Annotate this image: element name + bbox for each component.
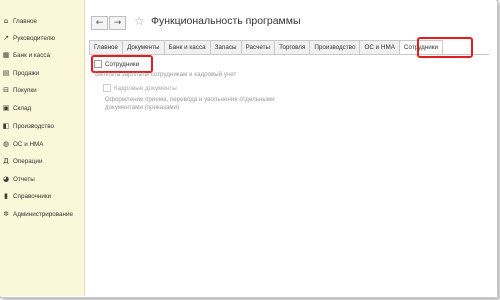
bank-icon: ▦ xyxy=(2,51,10,59)
tab-highlight-frame xyxy=(417,37,473,58)
sidebar-item-label: Продажи xyxy=(13,69,40,77)
sidebar-item-label: Покупки xyxy=(13,86,37,94)
cart-icon: ⊟ xyxy=(3,86,9,94)
sidebar-item-reports[interactable]: ◕ Отчеты xyxy=(2,172,84,186)
hr-documents-description: Оформление приема, перевода и увольнения… xyxy=(105,96,275,111)
tab-bar: Главное Документы Банк и касса Запасы Ра… xyxy=(89,40,444,55)
reports-icon: ◕ xyxy=(2,175,10,183)
arrow-left-icon: ← xyxy=(95,18,104,28)
sidebar-item-label: Отчеты xyxy=(13,175,35,183)
gear-icon: ✲ xyxy=(3,210,9,218)
sidebar-item-manager[interactable]: ↗ Руководителю xyxy=(2,31,84,45)
sidebar-item-home[interactable]: ⌂ Главное xyxy=(2,14,84,28)
main-panel: ← → ☆ Функциональность программы Главное… xyxy=(85,0,496,296)
sidebar-item-label: Производство xyxy=(13,122,55,130)
page-title: Функциональность программы xyxy=(151,15,301,27)
books-icon: ▮ xyxy=(4,192,8,200)
sidebar-item-label: Администрирование xyxy=(13,210,74,218)
tab-production[interactable]: Производство xyxy=(309,40,360,55)
arrow-right-icon: → xyxy=(113,18,122,28)
home-icon: ⌂ xyxy=(3,17,9,25)
employees-description: Выплата зарплаты сотрудникам и кадровый … xyxy=(95,71,237,78)
hr-documents-checkbox[interactable] xyxy=(103,84,111,92)
sales-icon: ▤ xyxy=(2,69,10,77)
sidebar-item-references[interactable]: ▮ Справочники xyxy=(2,189,84,203)
assets-icon: ◍ xyxy=(2,140,10,148)
sidebar-item-admin[interactable]: ✲ Администрирование xyxy=(2,207,84,221)
sidebar: ⌂ Главное ↗ Руководителю ▦ Банк и касса ▤ Пр… xyxy=(0,0,85,296)
sidebar-item-label: Главное xyxy=(13,17,38,25)
sidebar-item-assets[interactable]: ◍ ОС и НМА xyxy=(2,137,84,151)
factory-icon: ◧ xyxy=(2,122,10,130)
sidebar-item-label: Руководителю xyxy=(13,34,56,42)
tab-stock[interactable]: Запасы xyxy=(209,40,241,55)
warehouse-icon: ▣ xyxy=(2,104,10,112)
tab-assets[interactable]: ОС и НМА xyxy=(359,40,399,55)
tab-trade[interactable]: Торговля xyxy=(274,40,310,55)
hr-documents-checkbox-row[interactable]: Кадровые документы xyxy=(103,84,177,92)
forward-button[interactable]: → xyxy=(109,16,126,30)
tab-documents[interactable]: Документы xyxy=(122,40,164,55)
hr-documents-label: Кадровые документы xyxy=(114,84,177,92)
sidebar-item-bank[interactable]: ▦ Банк и касса xyxy=(2,48,84,62)
favorite-star-icon[interactable]: ☆ xyxy=(134,14,145,28)
sidebar-item-sales[interactable]: ▤ Продажи xyxy=(2,66,84,80)
tab-settlements[interactable]: Расчеты xyxy=(240,40,275,55)
sidebar-item-production[interactable]: ◧ Производство xyxy=(2,119,84,133)
operations-icon: Д xyxy=(3,157,9,165)
back-button[interactable]: ← xyxy=(91,16,108,30)
sidebar-item-label: Банк и касса xyxy=(13,51,51,59)
sidebar-item-warehouse[interactable]: ▣ Склад xyxy=(2,101,84,115)
tab-bank[interactable]: Банк и касса xyxy=(163,40,210,55)
tab-main[interactable]: Главное xyxy=(89,40,123,55)
sidebar-item-label: ОС и НМА xyxy=(13,140,44,148)
sidebar-item-purchases[interactable]: ⊟ Покупки xyxy=(2,83,84,97)
sidebar-item-operations[interactable]: Д Операции xyxy=(2,154,84,168)
chart-icon: ↗ xyxy=(3,34,9,42)
sidebar-item-label: Операции xyxy=(13,157,43,165)
sidebar-item-label: Склад xyxy=(13,104,32,112)
sidebar-item-label: Справочники xyxy=(13,192,52,200)
